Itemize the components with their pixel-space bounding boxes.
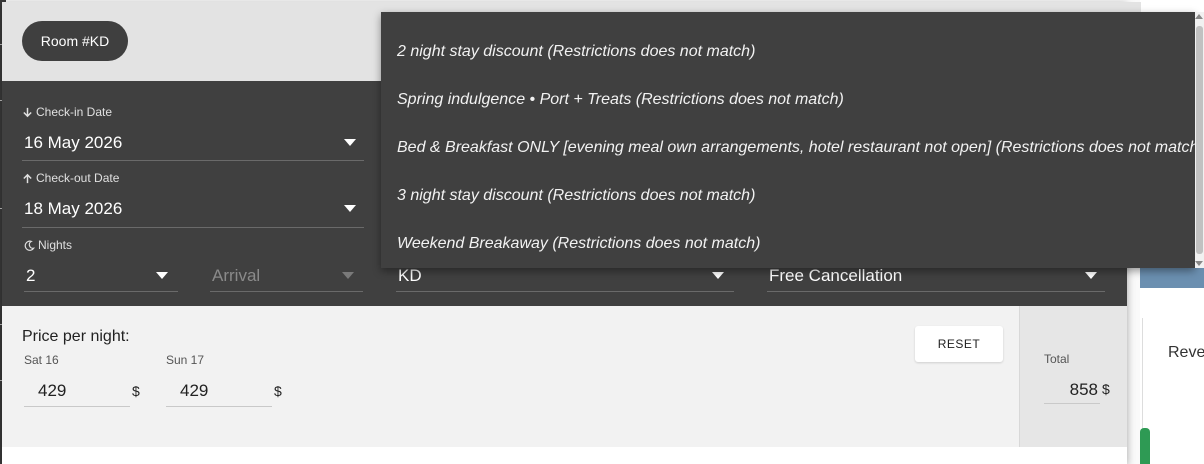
nights-label-text: Nights (38, 238, 73, 252)
arrow-up-icon (23, 173, 32, 183)
scroll-down-icon[interactable] (1195, 261, 1203, 266)
night-day-label: Sat 16 (24, 353, 59, 367)
room-select-underline (396, 291, 734, 292)
nights-label: Nights (24, 238, 72, 252)
arrival-select[interactable]: Arrival (212, 266, 260, 286)
room-select[interactable]: KD (398, 266, 422, 286)
room-chip[interactable]: Room #KD (22, 21, 128, 61)
menu-scrollbar[interactable] (1195, 12, 1204, 268)
night-price-input[interactable]: 429 (180, 381, 208, 401)
nights-underline (24, 291, 178, 292)
cancellation-underline (767, 291, 1105, 292)
night-currency: $ (274, 383, 282, 399)
caret-down-icon[interactable] (342, 272, 354, 279)
scroll-up-icon[interactable] (1195, 14, 1203, 19)
caret-down-icon[interactable] (344, 205, 356, 212)
caret-down-icon[interactable] (1085, 272, 1097, 279)
background-card (1142, 318, 1204, 464)
caret-down-icon[interactable] (156, 272, 168, 279)
nights-select[interactable]: 2 (26, 266, 35, 286)
total-label: Total (1044, 352, 1070, 366)
checkin-underline (22, 160, 364, 161)
menu-item[interactable]: 2 night stay discount (Restrictions does… (397, 43, 755, 61)
rate-plan-menu: 2 night stay discount (Restrictions does… (381, 12, 1195, 268)
total-value[interactable]: 858 (1044, 380, 1098, 400)
arrival-underline (210, 291, 363, 292)
background-chart-bar (1140, 428, 1150, 464)
menu-item[interactable]: Weekend Breakaway (Restrictions does not… (397, 235, 760, 253)
menu-item[interactable]: 3 night stay discount (Restrictions does… (397, 187, 755, 205)
total-currency: $ (1102, 381, 1110, 397)
reset-button[interactable]: RESET (915, 326, 1003, 362)
checkout-label-text: Check-out Date (36, 171, 120, 185)
night-price-underline (24, 406, 130, 407)
menu-item[interactable]: Spring indulgence • Port + Treats (Restr… (397, 91, 844, 109)
checkout-underline (22, 227, 364, 228)
background-card-title: Reve (1168, 344, 1204, 361)
menu-item[interactable]: Bed & Breakfast ONLY [evening meal own a… (397, 139, 1195, 157)
checkin-date-value[interactable]: 16 May 2026 (24, 133, 122, 153)
checkout-label: Check-out Date (22, 171, 119, 185)
checkout-date-value[interactable]: 18 May 2026 (24, 199, 122, 219)
moon-icon (24, 240, 35, 251)
cancellation-select[interactable]: Free Cancellation (769, 266, 902, 286)
price-per-night-title: Price per night: (22, 328, 130, 345)
price-section: Price per night: Sat 16 429 $ Sun 17 429… (2, 306, 1019, 447)
night-day-label: Sun 17 (166, 353, 205, 367)
arrow-down-icon (23, 107, 32, 117)
checkin-label-text: Check-in Date (36, 105, 113, 119)
checkin-label: Check-in Date (22, 105, 112, 119)
night-price-underline (166, 406, 272, 407)
total-underline (1044, 403, 1100, 404)
scrollbar-thumb[interactable] (1196, 26, 1203, 254)
night-currency: $ (132, 383, 140, 399)
caret-down-icon[interactable] (344, 139, 356, 146)
total-section: Total 858 $ (1019, 306, 1127, 447)
night-price-input[interactable]: 429 (38, 381, 66, 401)
caret-down-icon[interactable] (712, 272, 724, 279)
